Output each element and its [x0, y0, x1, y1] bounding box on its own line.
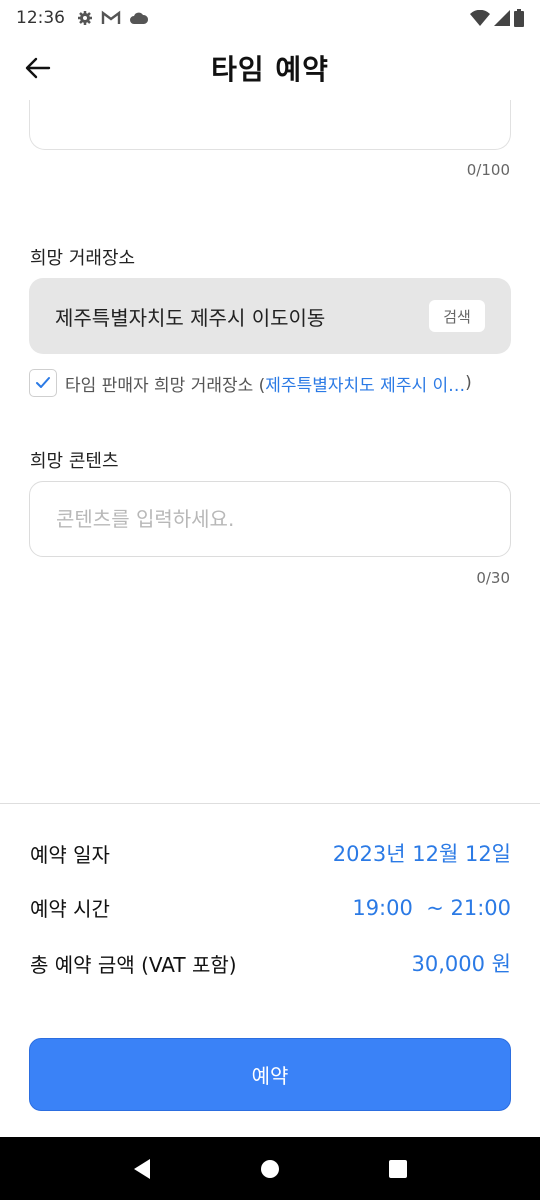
seller-location-checkbox[interactable]: [29, 369, 57, 397]
app-bar: 타임 예약: [0, 36, 540, 100]
nav-home-button[interactable]: [250, 1149, 290, 1189]
seller-location-prefix: 타임 판매자 희망 거래장소 (: [65, 375, 266, 396]
date-value[interactable]: 2023년 12월 12일: [333, 838, 511, 868]
contents-counter: 0/30: [476, 569, 510, 587]
date-label: 예약 일자: [30, 842, 110, 867]
reserve-button[interactable]: 예약: [29, 1038, 511, 1111]
top-field-counter: 0/100: [466, 161, 510, 179]
back-button[interactable]: [20, 50, 56, 86]
search-button[interactable]: 검색: [429, 300, 485, 332]
nav-recents-button[interactable]: [378, 1149, 418, 1189]
seller-location-link[interactable]: 제주특별자치도 제주시 이…: [265, 371, 465, 396]
location-label: 희망 거래장소: [30, 248, 136, 269]
gmail-icon: [101, 10, 121, 24]
check-icon: [36, 377, 50, 388]
triangle-back-icon: [134, 1158, 150, 1179]
status-time: 12:36: [16, 8, 65, 28]
location-value: 제주특별자치도 제주시 이도이동: [55, 305, 326, 330]
amount-value: 30,000 원: [411, 952, 511, 976]
circle-home-icon: [261, 1159, 279, 1178]
top-text-field[interactable]: [29, 100, 511, 150]
status-icons-right: [470, 9, 524, 27]
summary-amount-row: 총 예약 금액 (VAT 포함) 30,000 원: [30, 948, 511, 978]
amount-label: 총 예약 금액 (VAT 포함): [30, 952, 237, 977]
battery-icon: [514, 9, 524, 27]
square-recents-icon: [389, 1159, 407, 1178]
seller-location-suffix: ): [465, 373, 472, 393]
summary-time-row: 예약 시간 19:00 ~ 21:00: [30, 893, 511, 922]
time-label: 예약 시간: [30, 897, 110, 921]
status-bar: 12:36: [0, 0, 540, 36]
cloud-icon: [130, 12, 149, 24]
contents-label: 희망 콘텐츠: [30, 451, 119, 472]
seller-location-option[interactable]: 타임 판매자 희망 거래장소 (제주특별자치도 제주시 이…): [29, 368, 472, 398]
status-icons-left: [77, 10, 149, 26]
divider: [0, 803, 540, 804]
gear-icon: [78, 11, 92, 25]
signal-icon: [494, 10, 510, 26]
page-title: 타임 예약: [211, 53, 329, 86]
arrow-left-icon: [25, 57, 51, 79]
time-value[interactable]: 19:00 ~ 21:00: [352, 896, 511, 920]
location-field: 제주특별자치도 제주시 이도이동 검색: [29, 278, 511, 354]
contents-input[interactable]: [29, 481, 511, 557]
system-nav-bar: [0, 1137, 540, 1200]
summary-date-row: 예약 일자 2023년 12월 12일: [30, 838, 511, 868]
nav-back-button[interactable]: [122, 1149, 162, 1189]
wifi-icon: [470, 10, 490, 26]
